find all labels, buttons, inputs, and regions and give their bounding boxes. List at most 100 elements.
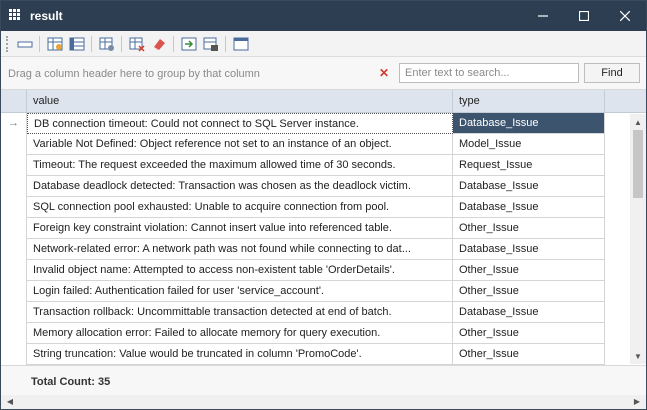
type-cell[interactable]: Request_Issue [453,155,605,176]
column-header-value[interactable]: value [27,90,453,113]
title-bar[interactable]: result [1,1,646,31]
minimize-icon [538,15,548,17]
footer: Total Count: 35 [1,365,646,395]
print-icon [203,37,218,51]
value-cell[interactable]: String truncation: Value would be trunca… [27,344,453,365]
value-cell[interactable]: Database deadlock detected: Transaction … [27,176,453,197]
row-indicator [1,302,27,323]
toolbar-grip[interactable] [6,36,9,52]
table-row[interactable]: Variable Not Defined: Object reference n… [1,134,605,155]
row-indicator [1,323,27,344]
row-indicator [1,134,27,155]
value-cell[interactable]: Login failed: Authentication failed for … [27,281,453,302]
type-cell[interactable]: Database_Issue [453,113,605,134]
type-cell[interactable]: Database_Issue [453,176,605,197]
window-button[interactable] [231,34,251,54]
close-icon [620,11,630,21]
row-pointer-icon: → [1,113,27,134]
single-row-icon [17,41,33,48]
toolbar-separator [39,36,40,52]
type-cell[interactable]: Other_Issue [453,323,605,344]
value-cell[interactable]: Memory allocation error: Failed to alloc… [27,323,453,344]
table-row[interactable]: Foreign key constraint violation: Cannot… [1,218,605,239]
table-row[interactable]: Database deadlock detected: Transaction … [1,176,605,197]
export-excel-button[interactable] [45,34,65,54]
value-cell[interactable]: Network-related error: A network path wa… [27,239,453,260]
eraser-button[interactable] [149,34,169,54]
table-row[interactable]: Transaction rollback: Uncommittable tran… [1,302,605,323]
results-grid: value type → DB connection timeout: Coul… [1,90,646,365]
maximize-icon [579,11,589,21]
header-filler [605,90,646,113]
scroll-left-icon[interactable]: ◀ [3,395,17,409]
type-cell[interactable]: Other_Issue [453,281,605,302]
row-indicator [1,260,27,281]
value-cell[interactable]: Invalid object name: Attempted to access… [27,260,453,281]
type-cell[interactable]: Other_Issue [453,218,605,239]
search-input[interactable] [399,63,579,83]
print-button[interactable] [201,34,221,54]
table-row[interactable]: String truncation: Value would be trunca… [1,344,605,365]
row-indicator [1,176,27,197]
toolbar [1,31,646,57]
columns-icon [69,37,85,51]
scroll-up-icon[interactable]: ▲ [630,116,646,130]
table-row[interactable]: Login failed: Authentication failed for … [1,281,605,302]
type-cell[interactable]: Database_Issue [453,239,605,260]
delete-rows-icon [129,37,145,52]
row-indicator [1,281,27,302]
toolbar-separator [173,36,174,52]
value-cell[interactable]: DB connection timeout: Could not connect… [27,113,453,134]
value-cell[interactable]: Transaction rollback: Uncommittable tran… [27,302,453,323]
value-cell[interactable]: Timeout: The request exceeded the maximu… [27,155,453,176]
table-row[interactable]: Memory allocation error: Failed to alloc… [1,323,605,344]
type-cell[interactable]: Other_Issue [453,260,605,281]
table-settings-button[interactable] [97,34,117,54]
row-indicator [1,218,27,239]
scroll-thumb[interactable] [633,130,643,198]
grid-rows: → DB connection timeout: Could not conne… [1,113,605,365]
table-row[interactable]: Timeout: The request exceeded the maximu… [1,155,605,176]
columns-button[interactable] [67,34,87,54]
type-cell[interactable]: Other_Issue [453,344,605,365]
type-cell[interactable]: Model_Issue [453,134,605,155]
type-cell[interactable]: Database_Issue [453,302,605,323]
scroll-right-icon[interactable]: ▶ [630,395,644,409]
table-row[interactable]: → DB connection timeout: Could not conne… [1,113,605,134]
clear-icon[interactable]: ✕ [379,66,389,80]
group-hint: Drag a column header here to group by th… [8,68,260,80]
eraser-icon [154,39,165,50]
row-indicator [1,344,27,365]
vertical-scrollbar[interactable]: ▲ ▼ [630,114,646,364]
table-row[interactable]: Network-related error: A network path wa… [1,239,605,260]
toolbar-separator [91,36,92,52]
horizontal-scrollbar[interactable]: ◀ ▶ [1,395,646,409]
export-icon [181,37,197,51]
result-window: result Drag a column header here to grou… [0,0,647,410]
value-cell[interactable]: Foreign key constraint violation: Cannot… [27,218,453,239]
export-button[interactable] [179,34,199,54]
single-row-button[interactable] [15,34,35,54]
scroll-down-icon[interactable]: ▼ [630,350,646,364]
value-cell[interactable]: SQL connection pool exhausted: Unable to… [27,197,453,218]
table-settings-icon [99,37,114,51]
type-cell[interactable]: Database_Issue [453,197,605,218]
maximize-button[interactable] [564,1,604,31]
close-button[interactable] [605,1,645,31]
delete-rows-button[interactable] [127,34,147,54]
total-count: Total Count: 35 [31,376,111,388]
window-icon [233,37,249,51]
table-row[interactable]: SQL connection pool exhausted: Unable to… [1,197,605,218]
row-indicator-header [1,90,27,113]
row-indicator [1,155,27,176]
row-indicator [1,239,27,260]
table-row[interactable]: Invalid object name: Attempted to access… [1,260,605,281]
window-title: result [30,9,63,23]
column-header-type[interactable]: type [453,90,605,113]
value-cell[interactable]: Variable Not Defined: Object reference n… [27,134,453,155]
find-button[interactable]: Find [584,63,640,83]
row-indicator [1,197,27,218]
minimize-button[interactable] [523,1,563,31]
grid-icon [9,9,20,20]
export-excel-icon [47,37,63,51]
